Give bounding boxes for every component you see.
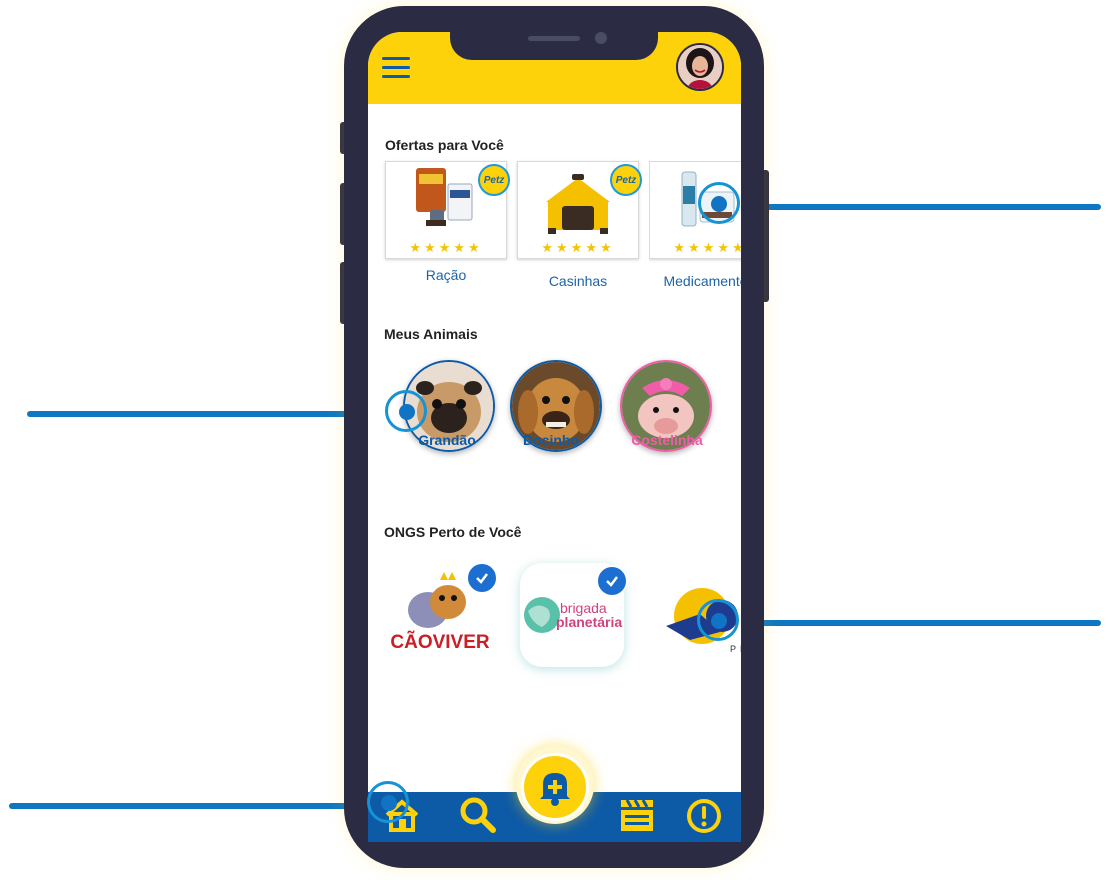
offer-card-racao[interactable]: Petz ★★★★★	[385, 161, 510, 259]
verified-check-icon	[466, 562, 498, 594]
third-ong-text: PR	[730, 644, 741, 654]
offer-card-casinhas[interactable]: Petz ★★★★★	[517, 161, 642, 259]
animal-name-grandao[interactable]: Grandão	[397, 432, 497, 448]
ongs-section-title: ONGS Perto de Você	[384, 524, 522, 540]
alert-bell-plus-icon[interactable]	[521, 753, 589, 821]
callout-line-offers	[728, 204, 1101, 210]
hamburger-menu-icon[interactable]	[382, 56, 412, 80]
search-icon[interactable]	[458, 795, 498, 835]
animal-name-docinho[interactable]: Docinho	[501, 432, 601, 448]
offer-label-medicamentos[interactable]: Medicamentos	[649, 273, 741, 289]
callout-line-ongs	[728, 620, 1101, 626]
petz-badge: Petz	[478, 164, 510, 196]
callout-dot-animals	[399, 404, 415, 420]
ong-logo-brigada-planetaria[interactable]: brigada planetária	[520, 563, 628, 667]
offer-label-casinhas[interactable]: Casinhas	[513, 273, 643, 289]
callout-dot-offers	[711, 196, 727, 212]
petz-badge: Petz	[610, 164, 642, 196]
verified-check-icon	[596, 565, 628, 597]
rating-stars: ★★★★★	[409, 240, 483, 255]
phone-notch	[450, 32, 658, 60]
callout-dot-home	[381, 795, 397, 811]
phone-camera	[595, 32, 607, 44]
callout-line-home	[9, 803, 381, 809]
caoviver-text: CÃOVIVER	[390, 631, 490, 653]
planetaria-text: planetária	[556, 614, 622, 630]
ong-logo-caoviver[interactable]: CÃOVIVER	[390, 562, 498, 670]
offer-label-racao[interactable]: Ração	[381, 267, 511, 283]
animals-section-title: Meus Animais	[384, 326, 478, 342]
exclamation-icon[interactable]	[685, 797, 723, 835]
offer-card-medicamentos-clip: ★★★★★ Medicamentos	[649, 161, 741, 291]
callout-dot-ongs	[711, 613, 727, 629]
animal-name-costelinha[interactable]: Costelinha	[617, 432, 717, 448]
rating-stars: ★★★★★	[673, 240, 741, 255]
rating-stars: ★★★★★	[541, 240, 615, 255]
user-avatar-icon[interactable]	[676, 43, 724, 91]
clapperboard-icon[interactable]	[618, 797, 656, 833]
offers-section-title: Ofertas para Você	[385, 137, 504, 153]
phone-speaker	[528, 36, 580, 41]
